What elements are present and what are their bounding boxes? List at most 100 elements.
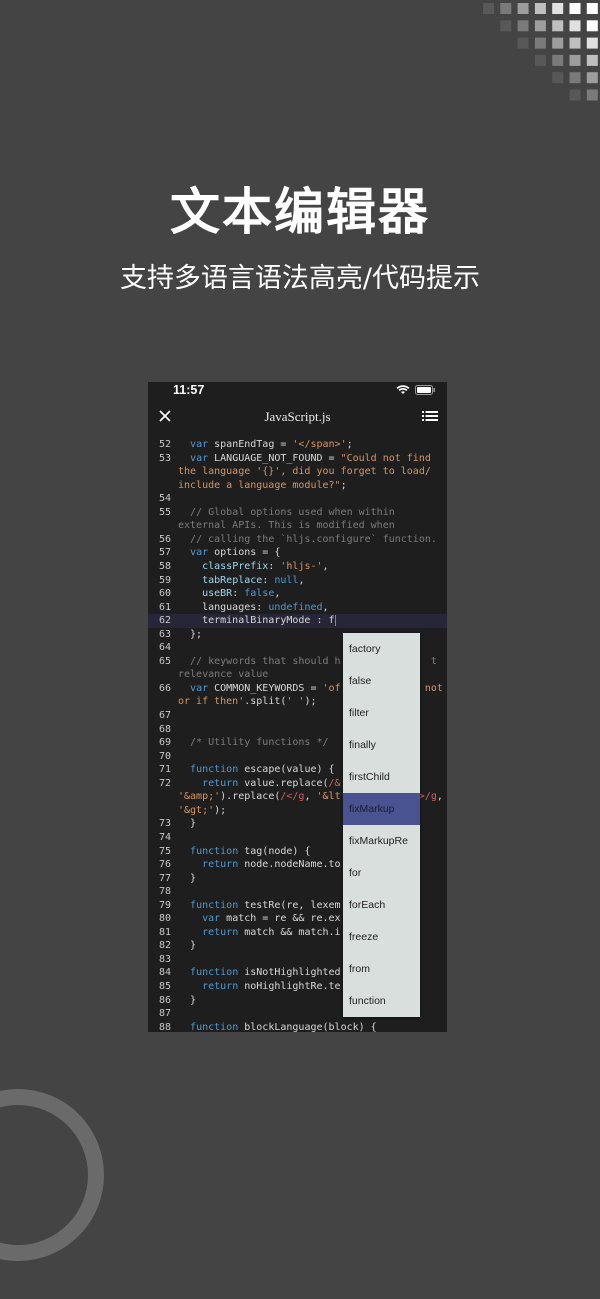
pattern-square	[517, 3, 529, 14]
code-line[interactable]: 55 // Global options used when within	[148, 506, 447, 520]
code-token: spanEndTag =	[208, 439, 293, 450]
code-line[interactable]: 56 // calling the `hljs.configure` funct…	[148, 533, 447, 547]
code-token: :	[232, 588, 245, 600]
pattern-square	[569, 54, 581, 66]
line-number: 73	[159, 818, 172, 830]
pattern-square	[569, 72, 581, 84]
text-cursor	[334, 614, 337, 626]
code-line[interactable]: the language '{}', did you forget to loa…	[148, 465, 447, 479]
code-token: /* Utility functions */	[190, 737, 329, 749]
line-number: 58	[159, 560, 172, 572]
autocomplete-item[interactable]: fixMarkupRe	[343, 825, 420, 857]
line-text: function isNotHighlighted	[178, 966, 341, 980]
code-token: escape(value) {	[238, 764, 335, 776]
phone-screen: 11:57 JavaScript.js 52 var spanEndTag = …	[148, 382, 447, 1032]
line-text: the language '{}', did you forget to loa…	[178, 465, 431, 479]
line-number: 80	[159, 913, 172, 925]
line-text: // Global options used when within	[178, 506, 395, 520]
line-number: 56	[159, 533, 172, 545]
line-text: external APIs. This is modified when	[178, 519, 395, 533]
status-time: 11:57	[173, 383, 205, 397]
line-number: 76	[159, 859, 172, 871]
line-text-fragment: >/g,	[419, 790, 443, 804]
line-text: return value.replace(/&	[178, 777, 340, 791]
autocomplete-item[interactable]: function	[343, 985, 420, 1017]
code-line[interactable]: 62 terminalBinaryMode : f	[148, 614, 447, 628]
pattern-square	[534, 3, 546, 14]
line-text: function escape(value) {	[178, 763, 335, 777]
code-token: }	[178, 872, 197, 884]
line-text: }	[178, 994, 196, 1008]
decorative-ring	[0, 1089, 104, 1261]
autocomplete-item[interactable]: firstChild	[343, 761, 420, 793]
code-token: 'of	[322, 682, 341, 694]
code-line[interactable]: 59 tabReplace: null,	[148, 574, 447, 588]
line-number: 60	[159, 588, 172, 600]
autocomplete-item[interactable]: factory	[343, 633, 420, 665]
code-line[interactable]: 57 var options = {	[148, 546, 447, 560]
pattern-square	[534, 37, 546, 49]
pattern-square	[517, 37, 529, 49]
code-line[interactable]: 54	[148, 492, 447, 506]
pattern-square	[586, 72, 598, 84]
line-text: '&gt;');	[178, 804, 226, 818]
line-text: }	[178, 872, 196, 886]
list-menu-icon[interactable]	[422, 410, 438, 424]
code-token: ,	[298, 574, 305, 586]
code-token: node.nodeName.to	[238, 859, 341, 871]
line-text: var match = re && re.ex	[178, 912, 340, 926]
code-token: return	[202, 926, 239, 938]
autocomplete-item[interactable]: fixMarkup	[343, 793, 420, 825]
line-number: 77	[159, 872, 172, 884]
code-token: function	[190, 1021, 239, 1032]
code-token: blockLanguage(block) {	[238, 1021, 377, 1032]
code-token: "Could not find	[340, 452, 431, 464]
line-number: 84	[159, 967, 172, 979]
code-token: '&amp;'	[178, 791, 221, 803]
code-token: function	[190, 967, 239, 979]
code-token: false	[244, 588, 275, 600]
code-line[interactable]: 58 classPrefix: 'hljs-',	[148, 560, 447, 574]
pattern-square	[586, 20, 598, 32]
autocomplete-item[interactable]: forEach	[343, 889, 420, 921]
code-line[interactable]: 88 function blockLanguage(block) {	[148, 1021, 447, 1032]
autocomplete-item[interactable]: filter	[343, 697, 420, 729]
autocomplete-item[interactable]: freeze	[343, 921, 420, 953]
code-line[interactable]: 53 var LANGUAGE_NOT_FOUND = "Could not f…	[148, 452, 447, 466]
autocomplete-item[interactable]: from	[343, 953, 420, 985]
code-line[interactable]: 61 languages: undefined,	[148, 601, 447, 615]
code-token: match && match.i	[238, 926, 341, 938]
line-number: 88	[159, 1021, 172, 1032]
autocomplete-item[interactable]: for	[343, 857, 420, 889]
pattern-square	[552, 72, 564, 84]
file-title: JavaScript.js	[264, 409, 331, 424]
code-token: ,	[322, 601, 329, 613]
code-token: external APIs. This is modified when	[178, 520, 395, 532]
line-text: include a language module?";	[178, 479, 347, 493]
code-token: /</g	[280, 791, 305, 803]
code-line[interactable]: 52 var spanEndTag = '</span>';	[148, 438, 447, 452]
line-number: 65	[159, 655, 172, 667]
code-token: LANGUAGE_NOT_FOUND =	[208, 452, 341, 464]
code-token: var	[190, 547, 209, 559]
pattern-square	[552, 37, 564, 49]
line-number: 66	[159, 682, 172, 694]
line-number: 79	[159, 899, 172, 911]
autocomplete-item[interactable]: finally	[343, 729, 420, 761]
code-line[interactable]: external APIs. This is modified when	[148, 519, 447, 533]
line-text: function testRe(re, lexem	[178, 899, 341, 913]
code-token: );	[304, 696, 317, 708]
code-token: languages:	[178, 601, 269, 613]
code-line[interactable]: include a language module?";	[148, 479, 447, 493]
line-text: tabReplace: null,	[178, 574, 304, 588]
code-line[interactable]: 60 useBR: false,	[148, 587, 447, 601]
autocomplete-item[interactable]: false	[343, 665, 420, 697]
